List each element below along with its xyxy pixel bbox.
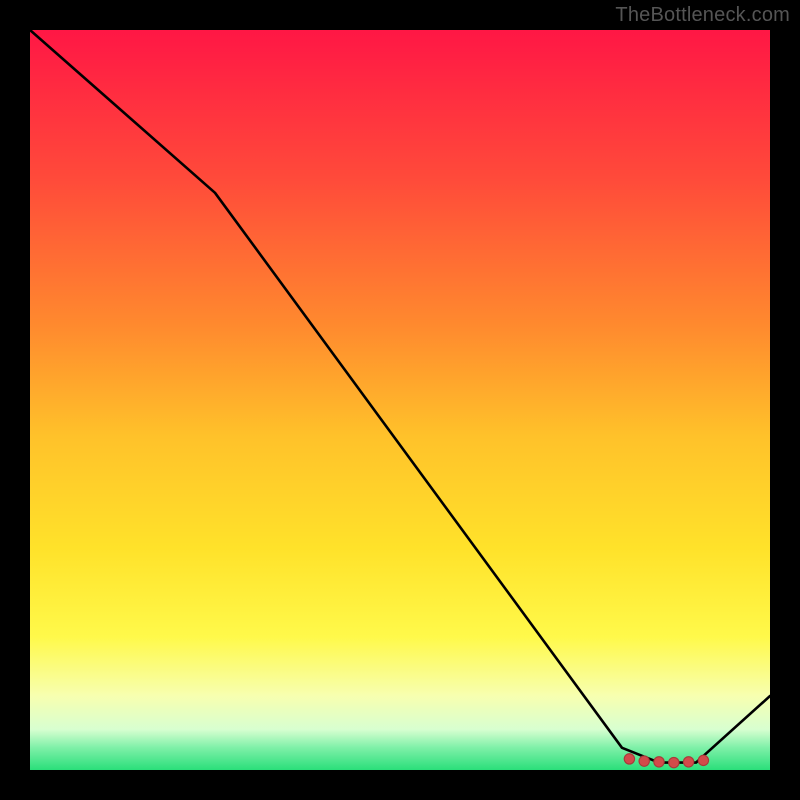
marker-dot bbox=[669, 757, 679, 767]
attribution-label: TheBottleneck.com bbox=[615, 4, 790, 27]
marker-dot bbox=[683, 757, 693, 767]
marker-dot bbox=[654, 757, 664, 767]
marker-dot bbox=[698, 755, 708, 765]
optimal-zone-markers bbox=[624, 754, 708, 768]
marker-dot bbox=[639, 756, 649, 766]
marker-dot bbox=[624, 754, 634, 764]
curve-layer bbox=[30, 30, 770, 770]
plot-area bbox=[30, 30, 770, 770]
bottleneck-curve bbox=[30, 30, 770, 763]
chart-stage: TheBottleneck.com bbox=[0, 0, 800, 800]
